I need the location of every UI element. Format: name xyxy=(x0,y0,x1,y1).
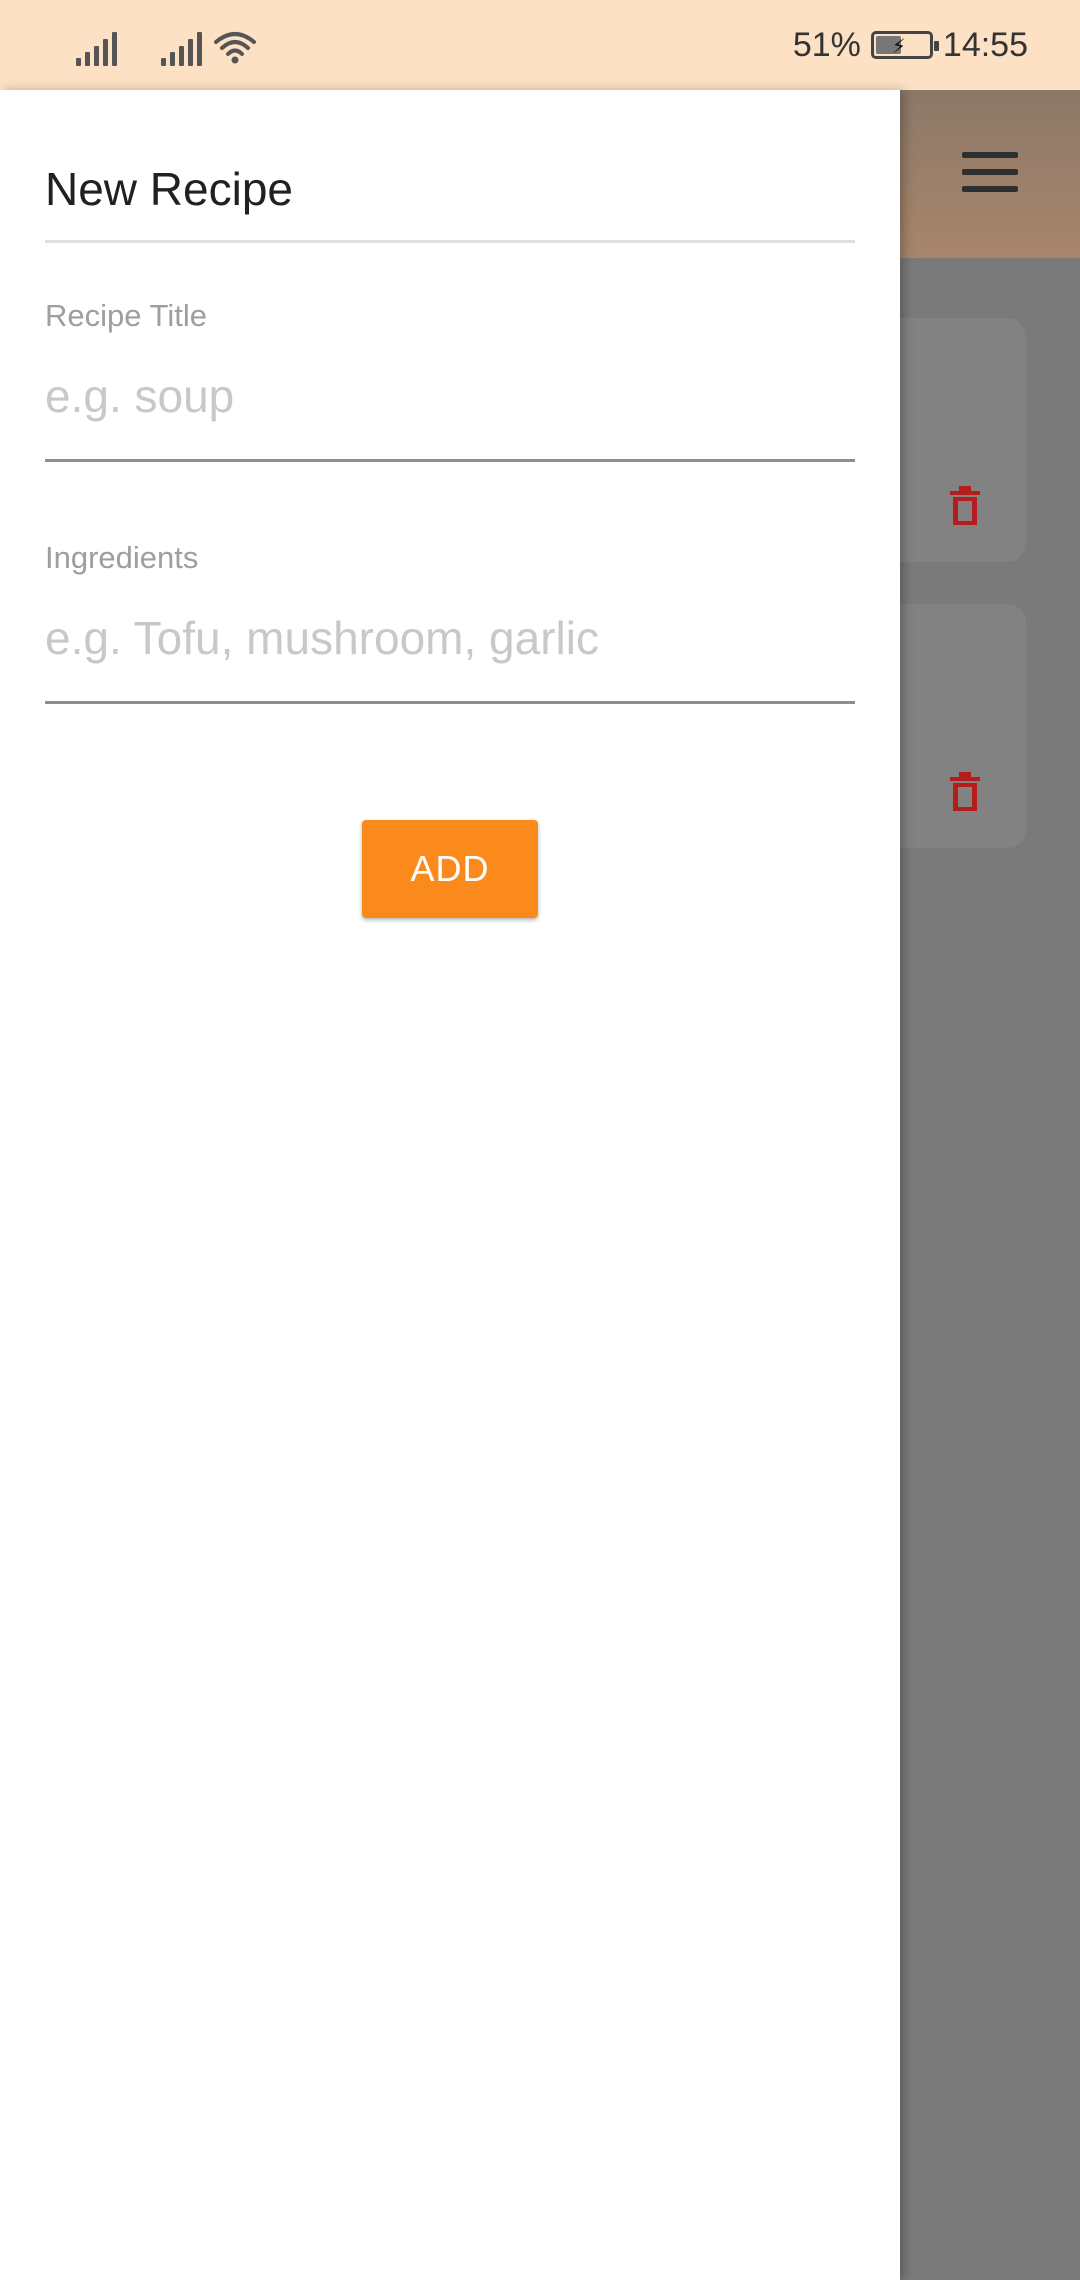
new-recipe-drawer: New Recipe Recipe Title Ingredients ADD xyxy=(0,90,900,2280)
ingredients-underline xyxy=(45,701,855,704)
add-button[interactable]: ADD xyxy=(362,820,538,918)
battery-charging-icon: ⚡ xyxy=(870,31,939,59)
status-icons-left xyxy=(76,24,256,66)
divider xyxy=(45,240,855,243)
signal-icon xyxy=(76,32,117,66)
battery-percent: 51% xyxy=(792,25,861,64)
trash-icon[interactable] xyxy=(948,771,982,813)
hamburger-menu-icon[interactable] xyxy=(962,152,1018,192)
trash-icon[interactable] xyxy=(948,485,982,527)
status-bar: 51% ⚡ 14:55 xyxy=(0,0,1080,90)
signal-icon xyxy=(161,32,202,66)
ingredients-label: Ingredients xyxy=(45,540,199,575)
recipe-title-label: Recipe Title xyxy=(45,298,207,333)
recipe-title-underline xyxy=(45,459,855,462)
ingredients-input[interactable] xyxy=(45,602,855,674)
status-icons-right: 51% ⚡ 14:55 xyxy=(793,22,1028,68)
clock: 14:55 xyxy=(942,25,1028,64)
wifi-icon xyxy=(214,32,256,64)
drawer-title: New Recipe xyxy=(45,163,293,215)
recipe-title-input[interactable] xyxy=(45,360,855,432)
